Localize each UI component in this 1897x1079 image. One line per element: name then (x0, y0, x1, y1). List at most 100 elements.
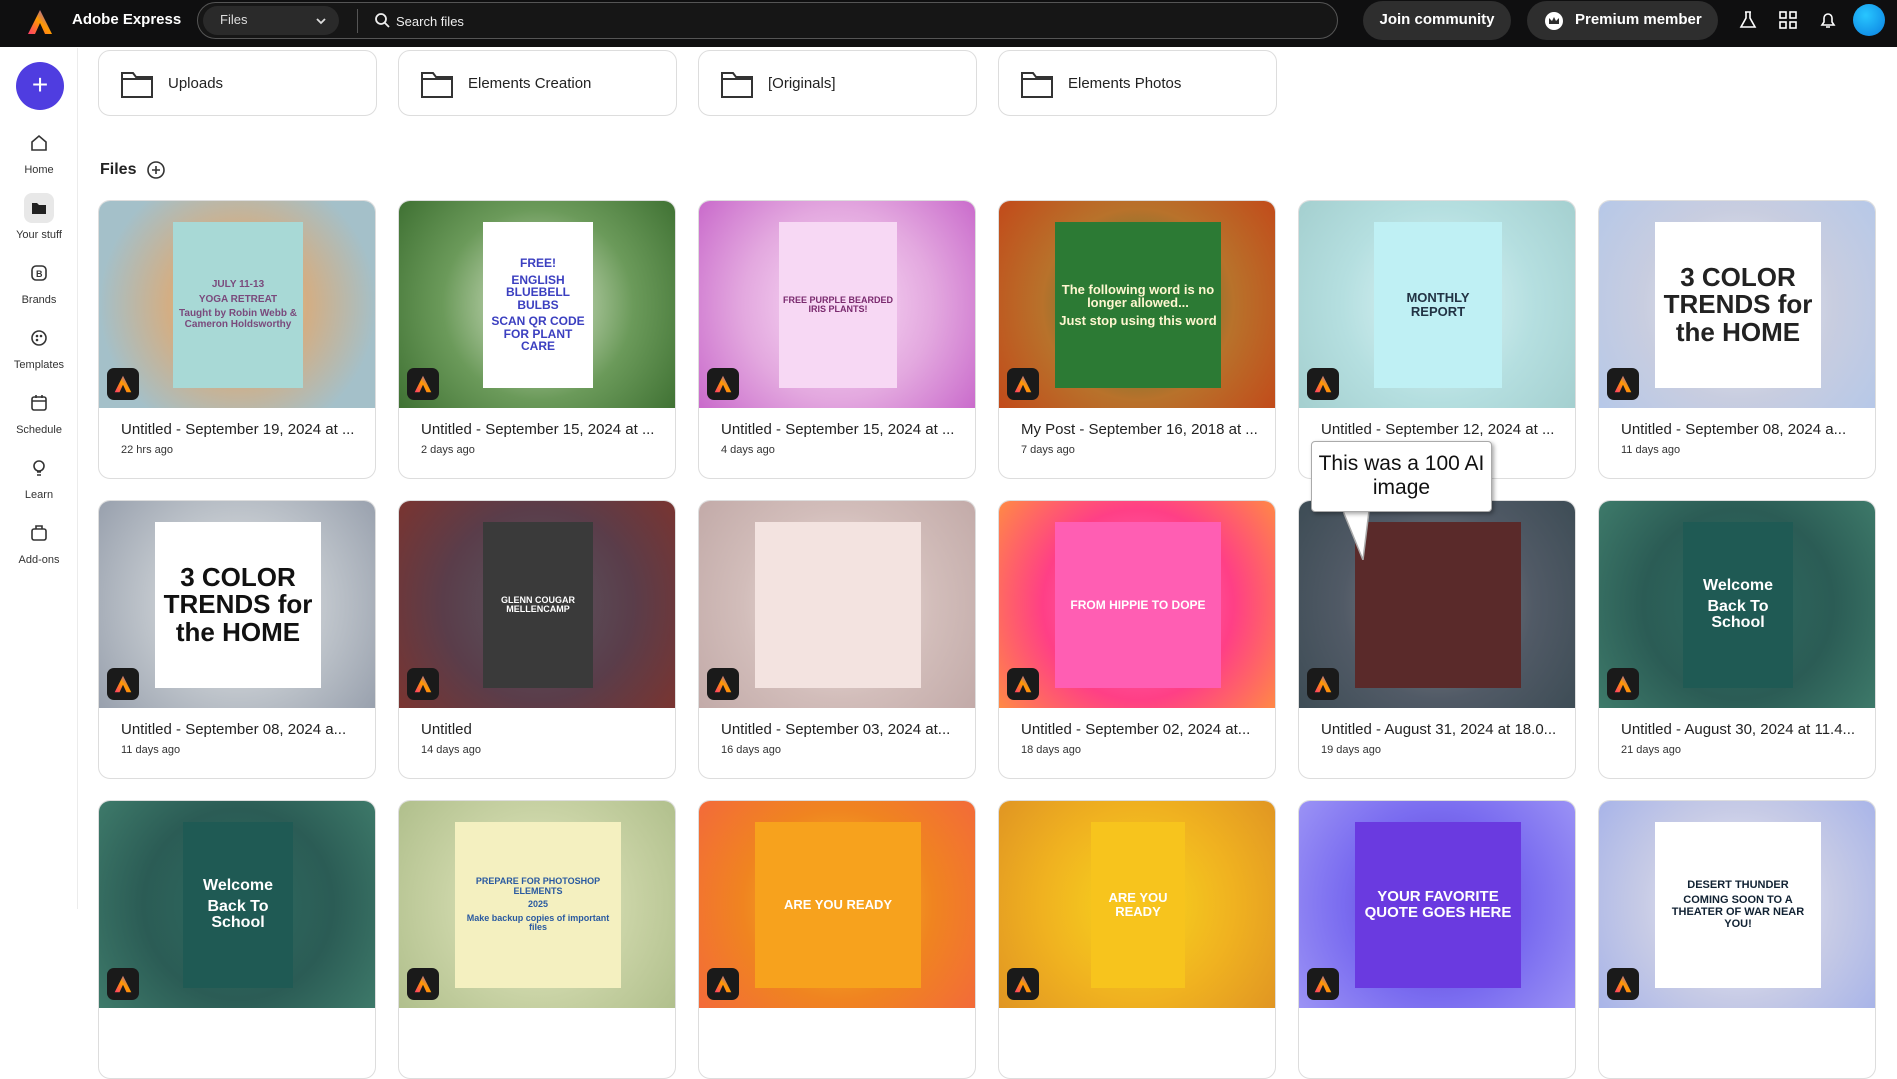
design-preview (755, 522, 921, 688)
join-community-button[interactable]: Join community (1363, 1, 1511, 40)
sidebar-item-label: Add-ons (18, 554, 60, 566)
apps-grid-icon[interactable] (1778, 10, 1798, 30)
sidebar-item-label: Templates (13, 359, 65, 371)
file-thumbnail[interactable]: YOUR FAVORITE QUOTE GOES HERE (1299, 801, 1575, 1008)
adobe-express-badge-icon (1307, 968, 1339, 1000)
file-card[interactable]: Untitled - September 03, 2024 at... 16 da… (698, 500, 976, 779)
adobe-express-badge-icon (707, 368, 739, 400)
file-card[interactable]: The following word is no longer allowed.… (998, 200, 1276, 479)
design-preview: FREE PURPLE BEARDED IRIS PLANTS! (779, 222, 897, 388)
sidebar-item-schedule[interactable]: Schedule (0, 388, 78, 436)
search-scope-select[interactable]: Files (203, 6, 339, 35)
file-thumbnail[interactable]: The following word is no longer allowed.… (999, 201, 1275, 408)
sidebar-item-brands[interactable]: B Brands (0, 258, 78, 306)
file-thumbnail[interactable]: FREE! ENGLISH BLUEBELL BULBS SCAN QR CODE … (399, 201, 675, 408)
file-card[interactable]: Welcome Back To School (98, 800, 376, 1079)
sidebar-item-home[interactable]: Home (0, 128, 78, 176)
adobe-express-badge-icon (1007, 968, 1039, 1000)
file-thumbnail[interactable]: PREPARE FOR PHOTOSHOP ELEMENTS 2025 Make b… (399, 801, 675, 1008)
file-title: My Post - September 16, 2018 at ... (1021, 421, 1258, 438)
adobe-express-logo[interactable] (27, 9, 53, 35)
design-preview: DESERT THUNDER COMING SOON TO A THEATER O… (1655, 822, 1821, 988)
file-card[interactable]: FROM HIPPIE TO DOPE Untitled - September … (998, 500, 1276, 779)
file-thumbnail[interactable]: Welcome Back To School (99, 801, 375, 1008)
add-circle-icon[interactable] (145, 159, 167, 181)
beaker-icon[interactable] (1738, 10, 1758, 30)
file-timestamp: 21 days ago (1621, 744, 1681, 756)
adobe-express-badge-icon (1307, 668, 1339, 700)
file-title: Untitled - August 30, 2024 at 11.4... (1621, 721, 1856, 738)
svg-text:B: B (36, 269, 43, 279)
design-preview: FROM HIPPIE TO DOPE (1055, 522, 1221, 688)
avatar[interactable] (1853, 4, 1885, 36)
file-card[interactable]: GLENN COUGAR MELLENCAMP Untitled 14 days a… (398, 500, 676, 779)
file-card[interactable]: ARE YOU READY (698, 800, 976, 1079)
file-card[interactable]: Welcome Back To School Untitled - August 3… (1598, 500, 1876, 779)
file-title: Untitled - September 08, 2024 a... (1621, 421, 1847, 438)
addons-icon (31, 525, 47, 541)
crown-icon (1545, 12, 1563, 30)
file-card[interactable]: FREE! ENGLISH BLUEBELL BULBS SCAN QR CODE … (398, 200, 676, 479)
file-thumbnail[interactable]: MONTHLY REPORT (1299, 201, 1575, 408)
sidebar-item-label: Learn (24, 489, 54, 501)
file-thumbnail[interactable] (699, 501, 975, 708)
app-name[interactable]: Adobe Express (72, 11, 181, 28)
sidebar-item-add-ons[interactable]: Add-ons (0, 518, 78, 566)
templates-icon (31, 330, 47, 346)
search-input[interactable] (396, 9, 1096, 33)
design-preview: 3 COLOR TRENDS for the HOME (1655, 222, 1821, 388)
adobe-express-badge-icon (407, 368, 439, 400)
file-card[interactable]: FREE PURPLE BEARDED IRIS PLANTS! Untitled… (698, 200, 976, 479)
adobe-express-badge-icon (107, 968, 139, 1000)
file-card[interactable]: MONTHLY REPORT Untitled - September 12, 2… (1298, 200, 1576, 479)
sidebar-item-learn[interactable]: Learn (0, 453, 78, 501)
premium-member-button[interactable]: Premium member (1527, 1, 1718, 40)
file-timestamp: 11 days ago (1621, 444, 1681, 456)
folder-label: Elements Photos (1068, 75, 1182, 92)
file-card[interactable]: ARE YOU READY (998, 800, 1276, 1079)
file-thumbnail[interactable]: JULY 11-13 YOGA RETREAT Taught by Robin We… (99, 201, 375, 408)
file-card[interactable]: DESERT THUNDER COMING SOON TO A THEATER O… (1598, 800, 1876, 1079)
design-text: Taught by Robin Webb & Cameron Holdswort… (179, 308, 297, 330)
files-heading: Files (100, 161, 137, 178)
design-text: COMING SOON TO A THEATER OF WAR NEAR YOU… (1671, 894, 1805, 930)
file-title: Untitled - September 08, 2024 a... (121, 721, 347, 738)
file-card[interactable]: PREPARE FOR PHOTOSHOP ELEMENTS 2025 Make b… (398, 800, 676, 1079)
file-timestamp: 19 days ago (1321, 744, 1381, 756)
file-thumbnail[interactable]: ARE YOU READY (999, 801, 1275, 1008)
sidebar-item-your-stuff[interactable]: Your stuff (0, 193, 78, 241)
adobe-express-badge-icon (1607, 368, 1639, 400)
design-text: Make backup copies of important files (466, 912, 610, 933)
create-new-button[interactable]: + (16, 62, 64, 110)
adobe-express-badge-icon (407, 668, 439, 700)
file-thumbnail[interactable]: 3 COLOR TRENDS for the HOME (99, 501, 375, 708)
file-title: Untitled - September 12, 2024 at ... (1321, 421, 1555, 438)
folder-icon (1021, 72, 1053, 98)
file-thumbnail[interactable] (1299, 501, 1575, 708)
folder-icon (121, 72, 153, 98)
file-card[interactable]: Untitled - August 31, 2024 at 18.0... 19 … (1298, 500, 1576, 779)
tooltip-pointer (1343, 510, 1370, 560)
design-preview: ARE YOU READY (755, 822, 921, 988)
sidebar-item-templates[interactable]: Templates (0, 323, 78, 371)
file-thumbnail[interactable]: FROM HIPPIE TO DOPE (999, 501, 1275, 708)
file-card[interactable]: YOUR FAVORITE QUOTE GOES HERE (1298, 800, 1576, 1079)
design-preview: Welcome Back To School (1683, 522, 1793, 688)
design-preview: The following word is no longer allowed.… (1055, 222, 1221, 388)
bell-icon[interactable] (1818, 10, 1838, 30)
file-card[interactable]: 3 COLOR TRENDS for the HOME Untitled - Se… (1598, 200, 1876, 479)
folder-card[interactable]: Elements Creation (398, 50, 677, 116)
design-preview: MONTHLY REPORT (1374, 222, 1502, 388)
file-thumbnail[interactable]: Welcome Back To School (1599, 501, 1875, 708)
file-card[interactable]: JULY 11-13 YOGA RETREAT Taught by Robin We… (98, 200, 376, 479)
folder-card[interactable]: Uploads (98, 50, 377, 116)
file-thumbnail[interactable]: ARE YOU READY (699, 801, 975, 1008)
file-card[interactable]: 3 COLOR TRENDS for the HOME Untitled - Se… (98, 500, 376, 779)
file-thumbnail[interactable]: 3 COLOR TRENDS for the HOME (1599, 201, 1875, 408)
file-thumbnail[interactable]: GLENN COUGAR MELLENCAMP (399, 501, 675, 708)
folder-card[interactable]: Elements Photos (998, 50, 1277, 116)
adobe-express-badge-icon (107, 668, 139, 700)
file-thumbnail[interactable]: DESERT THUNDER COMING SOON TO A THEATER O… (1599, 801, 1875, 1008)
folder-card[interactable]: [Originals] (698, 50, 977, 116)
file-thumbnail[interactable]: FREE PURPLE BEARDED IRIS PLANTS! (699, 201, 975, 408)
